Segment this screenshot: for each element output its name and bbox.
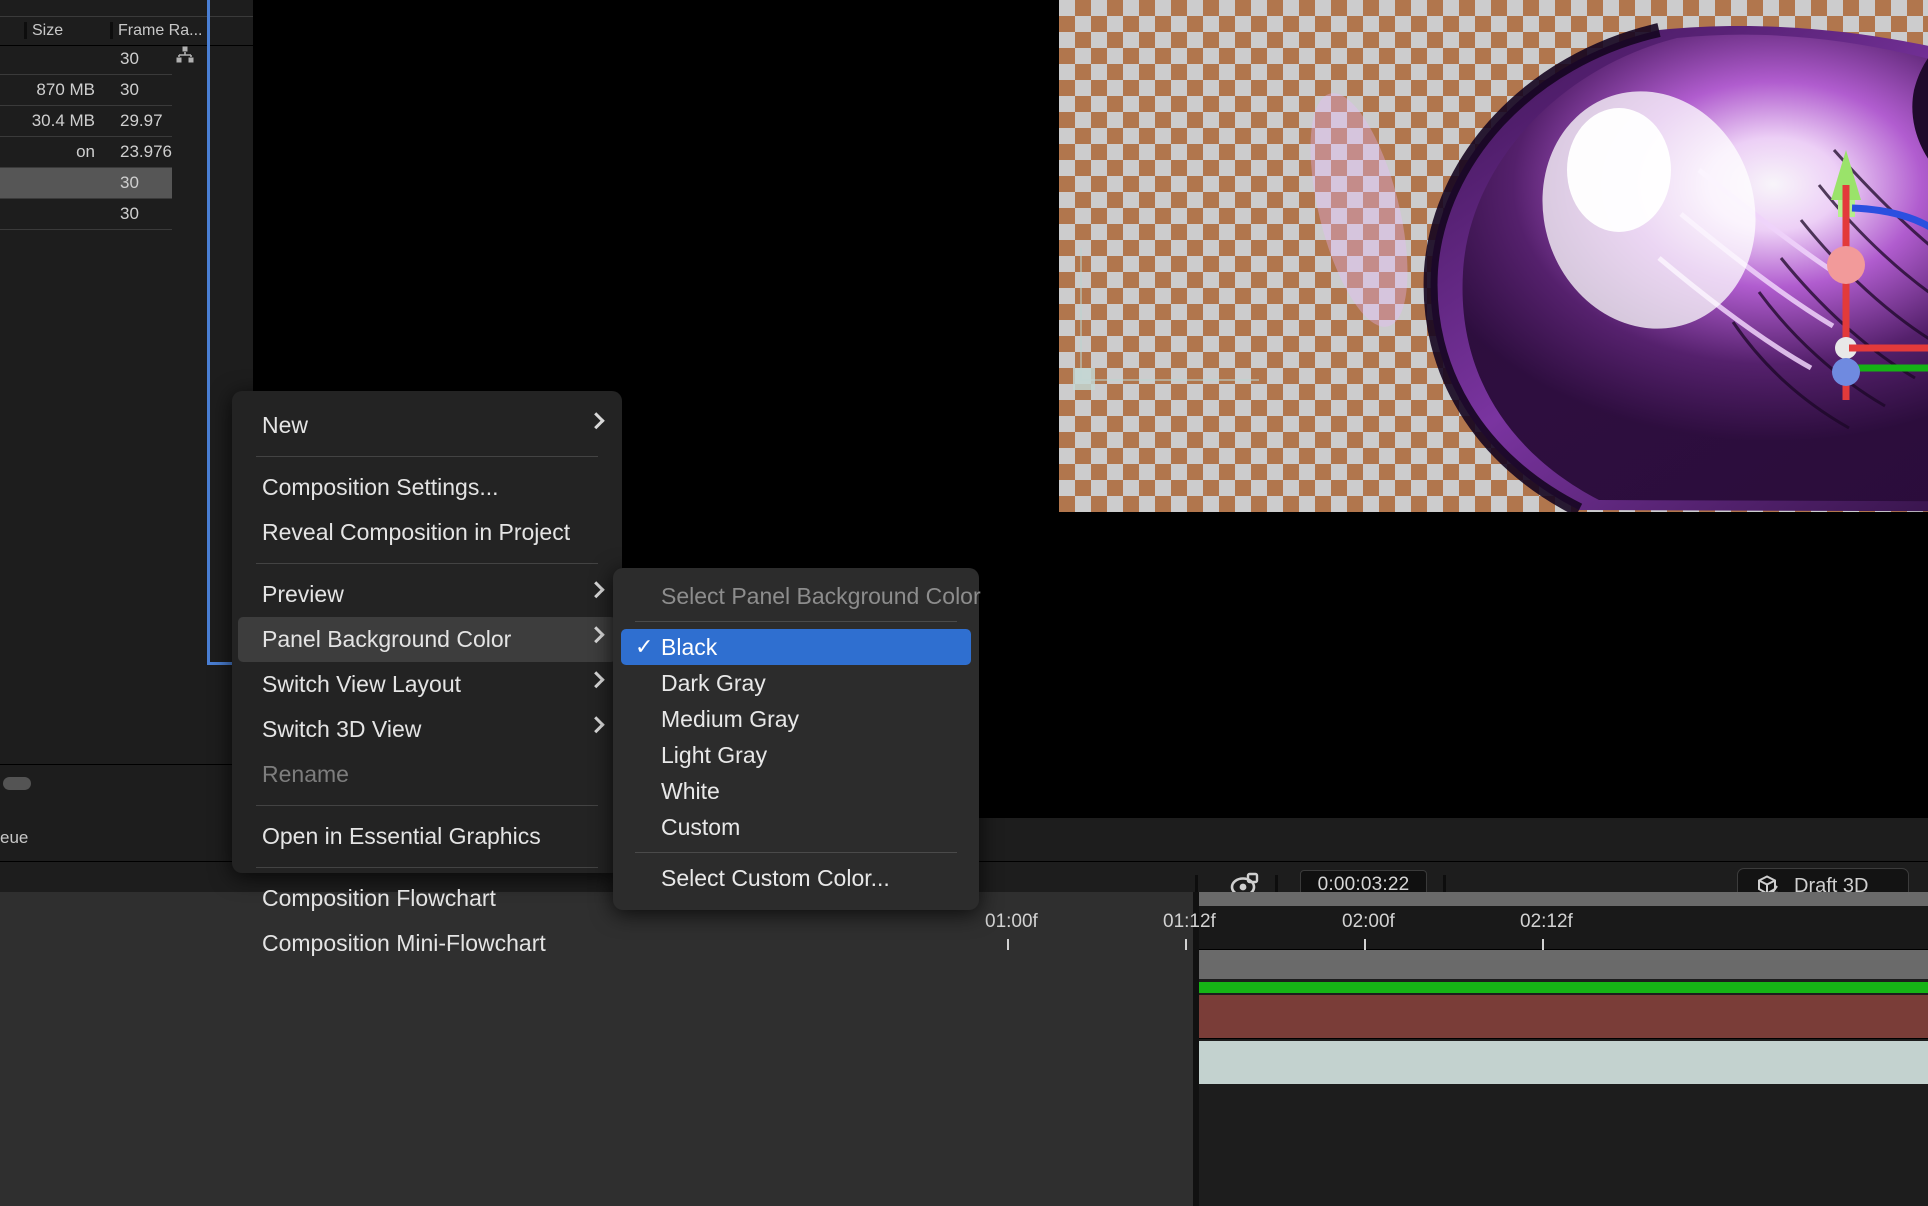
layer-bar-teal[interactable] [1199,1041,1928,1084]
hierarchy-icon[interactable] [176,46,194,64]
layer-bar-green[interactable] [1199,982,1928,993]
project-row[interactable]: 30 [0,199,172,230]
project-row[interactable]: 30 [0,44,172,75]
ruler-tick-mark [1542,939,1544,950]
project-row[interactable]: on 23.976 [0,137,172,168]
project-column-headers: Size Frame Ra... [0,16,253,46]
composition-context-menu[interactable]: New Composition Settings... Reveal Composi… [232,391,622,956]
project-row[interactable]: 870 MB 30 [0,75,172,106]
project-row-frame-rate: 30 [120,173,139,192]
context-menu-item-label: Composition Settings... [262,474,499,500]
context-menu-item-label: Composition Mini-Flowchart [262,930,546,956]
submenu-item[interactable]: Dark Gray [621,665,971,701]
context-menu-item-label: Reveal Composition in Project [262,519,571,545]
project-row[interactable]: 30 [0,168,172,199]
context-menu-item[interactable]: Preview [238,572,616,617]
project-row-size: 30.4 MB [31,111,95,130]
project-row[interactable]: 30.4 MB 29.97 [0,106,172,137]
context-menu-item-label: New [262,412,309,438]
context-menu-item[interactable]: New [238,403,616,448]
header-top-rule [0,16,253,17]
timeline-ruler[interactable]: 01:00f 01:12f 02:00f 02:12f [985,906,1928,950]
column-divider-frame-rate[interactable] [110,22,113,39]
submenu-item-label: Black [661,633,718,660]
ruler-tick-mark [1007,939,1009,950]
timeline-work-area-bottom[interactable] [1199,950,1928,979]
context-menu-item[interactable]: Composition Mini-Flowchart [238,921,616,966]
after-effects-window: Size Frame Ra... 30 870 MB 30 30.4 MB 29.97 o… [0,0,1928,1206]
submenu-item[interactable]: ✓ Black [621,629,971,665]
submenu-item[interactable]: Medium Gray [621,701,971,737]
ruler-tick-label: 01:00f [985,911,1038,932]
project-row-frame-rate: 30 [120,204,139,223]
context-menu-item[interactable]: Composition Flowchart [238,876,616,921]
menu-separator [256,867,598,868]
context-menu-item-label: Panel Background Color [262,626,512,652]
submenu-item-label: Medium Gray [661,705,800,732]
project-row-frame-rate: 30 [120,49,139,68]
chevron-right-icon [587,580,605,598]
transform-gizmo[interactable] [1059,0,1928,512]
tab-render-queue[interactable]: eue [0,828,28,848]
ruler-tick-label: 02:12f [1520,911,1573,932]
column-divider-size[interactable] [24,22,27,39]
submenu-separator [635,852,957,853]
ruler-tick-mark [1364,939,1366,950]
context-menu-item[interactable]: Panel Background Color [238,617,616,662]
context-menu-item[interactable]: Reveal Composition in Project [238,510,616,555]
project-panel[interactable]: Size Frame Ra... 30 870 MB 30 30.4 MB 29.97 o… [0,0,253,818]
project-row-size: 870 MB [36,80,95,99]
panel-background-color-submenu[interactable]: Select Panel Background Color ✓ Black Dark … [613,568,981,910]
submenu-item-label: Custom [661,813,741,840]
active-panel-indicator-left [207,0,210,665]
ruler-tick-label: 01:12f [1163,911,1216,932]
context-menu-item[interactable]: Switch View Layout [238,662,616,707]
context-menu-item[interactable]: Composition Settings... [238,465,616,510]
ruler-tick-label: 02:00f [1342,911,1395,932]
submenu-item-label: Dark Gray [661,669,766,696]
column-header-frame-rate[interactable]: Frame Ra... [118,22,202,40]
context-menu-item-label: Rename [262,761,349,787]
context-menu-item: Rename [238,752,616,797]
menu-separator [256,563,598,564]
project-row-frame-rate: 30 [120,80,139,99]
check-icon: ✓ [635,634,654,659]
menu-separator [256,456,598,457]
context-menu-item[interactable]: Switch 3D View [238,707,616,752]
project-row-size: on [76,142,95,161]
timeline-work-area-top[interactable] [1199,892,1928,906]
chevron-right-icon [587,715,605,733]
submenu-item[interactable]: Custom [621,809,971,845]
context-menu-item-label: Composition Flowchart [262,885,496,911]
submenu-title: Select Panel Background Color [661,582,981,609]
layer-bar-red[interactable] [1199,995,1928,1039]
submenu-item[interactable]: Light Gray [621,737,971,773]
submenu-item-label: White [661,777,720,804]
project-row-frame-rate: 29.97 [120,111,163,130]
submenu-item[interactable]: Select Custom Color... [621,860,971,896]
balloon-artwork [1059,0,1928,512]
context-menu-item[interactable]: Open in Essential Graphics [238,814,616,859]
submenu-item[interactable]: White [621,773,971,809]
menu-separator [256,805,598,806]
horizontal-scrollbar-thumb[interactable] [3,777,31,790]
context-menu-item-label: Switch 3D View [262,716,422,742]
context-menu-item-label: Switch View Layout [262,671,462,697]
chevron-right-icon [587,411,605,429]
context-menu-item-label: Preview [262,581,344,607]
chevron-right-icon [587,625,605,643]
submenu-item-label: Select Custom Color... [661,864,890,891]
submenu-item-label: Light Gray [661,741,768,768]
chevron-right-icon [587,670,605,688]
context-menu-item-label: Open in Essential Graphics [262,823,541,849]
column-header-size[interactable]: Size [32,22,63,40]
ruler-tick-mark [1185,939,1187,950]
submenu-separator [635,621,957,622]
project-row-frame-rate: 23.976 [120,142,172,161]
project-scroll-area [0,764,253,818]
